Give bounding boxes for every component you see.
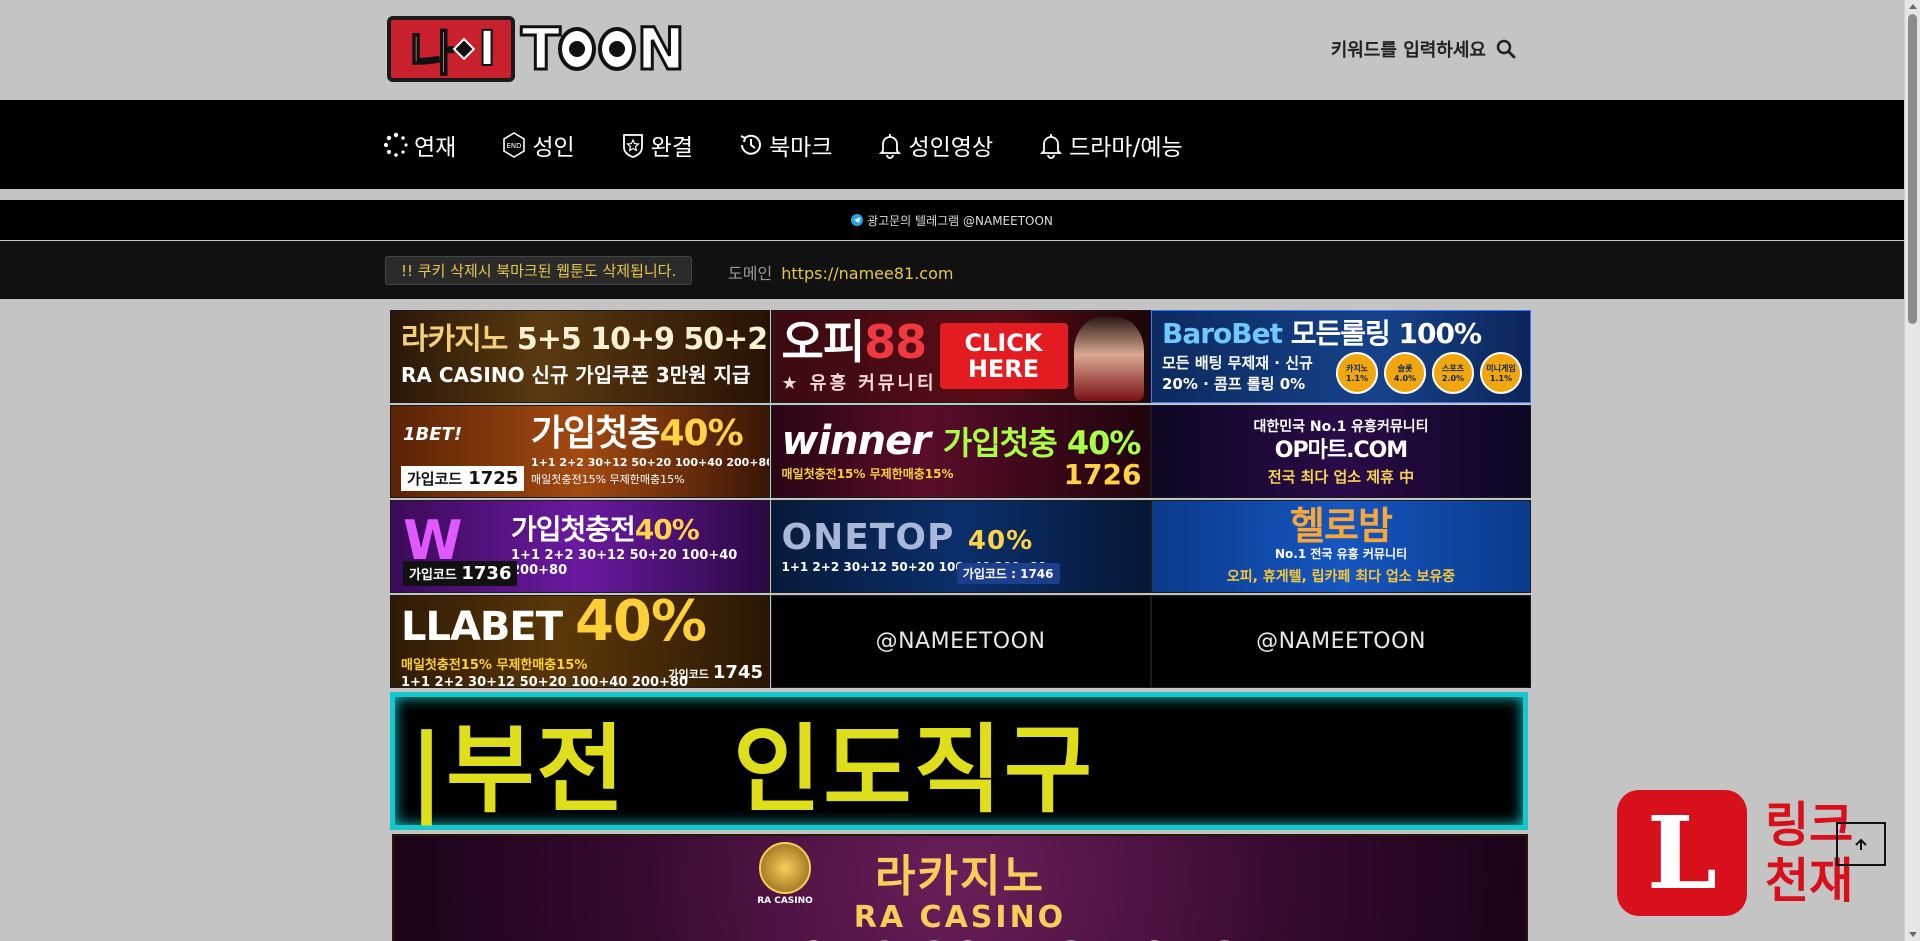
rolling-chips: 카지노 1.1% 슬롯 4.0% 스포츠 2.0% 미니게임 1.1% (1336, 352, 1522, 394)
ad-banner-grid: 라카지노 5+5 10+9 50+21 RA CASINO 신규 가입쿠폰 3만… (390, 310, 1531, 690)
ad-slot-nameetoon[interactable]: @NAMEETOON (770, 595, 1151, 688)
telegram-text[interactable]: 광고문의 텔레그램 @NAMEETOON (867, 212, 1053, 229)
nav-label: 드라마/예능 (1069, 134, 1183, 161)
ad-banner-barobet[interactable]: BaroBet 모든롤링 100% 모든 배팅 무제재 · 신규 20% · 콤… (1151, 310, 1531, 403)
banner-title: 헬로밤 (1290, 504, 1393, 548)
ad-banner-onetop[interactable]: ONETOP 40% 1+1 2+2 30+12 50+20 100+40 20… (770, 500, 1151, 593)
ad-banner-w[interactable]: W 가입첫충전40% 1+1 2+2 30+12 50+20 100+40 20… (390, 500, 770, 593)
casino-title: 라카지노 (875, 851, 1045, 902)
ad-slot-handle: @NAMEETOON (875, 629, 1046, 654)
signup-code: 가입코드 1736 (403, 561, 518, 586)
logo-toon-text: T N (520, 14, 687, 85)
logo-i-text: I (477, 20, 497, 78)
logo-toon-t: T (520, 14, 562, 85)
ad-banner-llabet[interactable]: LLABET 40% 매일첫충전15% 무제한매충15% 1+1 2+2 30+… (390, 595, 770, 688)
rolling-chip: 미니게임 1.1% (1480, 352, 1522, 394)
ad-banner-racasino-wide[interactable]: RA CASINO 라카지노 RA CASINO 5+5 10+9 20+12 … (392, 834, 1528, 941)
telegram-strip[interactable]: 광고문의 텔레그램 @NAMEETOON (0, 200, 1904, 240)
nav-item-completed[interactable]: 완결 (619, 128, 693, 162)
nav-item-serial[interactable]: 연재 (382, 128, 456, 162)
nav-label: 연재 (414, 134, 457, 161)
nav-item-drama[interactable]: 드라마/예능 (1037, 128, 1183, 162)
domain-label: 도메인 (728, 264, 773, 283)
logo-na-block: 나 I (387, 16, 515, 83)
click-here-button[interactable]: CLICK HERE (939, 323, 1068, 389)
search-icon[interactable] (1496, 39, 1516, 59)
ad-banner-opi88[interactable]: 오피88 ★ 유흥 커뮤니티 ★ CLICK HERE (770, 310, 1151, 403)
big-text-banner[interactable]: |부전 인도직구 (390, 692, 1528, 830)
logo-toon-n: N (635, 14, 686, 85)
page-scrollbar[interactable] (1904, 0, 1920, 941)
nav-label: 성인영상 (908, 134, 994, 161)
signup-code: 가입코드 : 1746 (956, 563, 1060, 584)
scroll-up-arrow-icon[interactable] (1909, 4, 1917, 9)
banner-title: 라카지노 5+5 10+9 50+21 (401, 322, 770, 357)
casino-subtitle: RA CASINO (853, 900, 1067, 935)
scroll-down-arrow-icon[interactable] (1909, 932, 1917, 937)
search-placeholder[interactable]: 키워드를 입력하세요 (1331, 36, 1486, 62)
banner-title: BaroBet 모든롤링 100% (1162, 316, 1482, 350)
signup-code: 가입코드 1745 (668, 662, 763, 683)
big-banner-text: |부전 인도직구 (409, 713, 1095, 826)
casino-emblem-icon: RA CASINO (750, 842, 820, 914)
loading-dots-icon (383, 132, 408, 157)
logo-na-text: 나 (409, 25, 455, 83)
casino-bonus: 5+5 10+9 20+12 50+21 (394, 933, 1526, 941)
ad-banner-hellobam[interactable]: 헬로밤 No.1 전국 유흥 커뮤니티 오피, 휴게텔, 립카페 최다 업소 보… (1151, 500, 1531, 593)
cookie-notice-button[interactable]: !! 쿠키 삭제시 북마크된 웹툰도 삭제됩니다. (385, 256, 693, 285)
end-badge-icon: END (503, 131, 526, 158)
notice-strip: !! 쿠키 삭제시 북마크된 웹툰도 삭제됩니다. 도메인 https://na… (0, 241, 1904, 299)
banner-small: 오피, 휴게텔, 립카페 최다 업소 보유중 (1226, 569, 1456, 585)
nav-label: 완결 (650, 134, 693, 161)
signup-code: 1726 (1063, 458, 1142, 491)
shield-star-icon (622, 133, 643, 158)
ad-slot-handle: @NAMEETOON (1256, 629, 1426, 654)
bell-icon (1039, 133, 1063, 159)
domain-info: 도메인 https://namee81.com (728, 260, 953, 284)
site-header: 나 I T N 키워드를 입력하세요 (0, 0, 1920, 100)
svg-text:END: END (507, 142, 522, 150)
banner-title: LLABET 40% (401, 595, 707, 654)
ad-banner-winner[interactable]: winner 가입첫충 40% 매일첫충전15% 무제한매충15% 1726 (770, 405, 1151, 498)
banner-title: winner 가입첫충 40% (781, 418, 1142, 464)
nav-item-adult[interactable]: END 성인 (500, 128, 575, 162)
rolling-chip: 스포츠 2.0% (1432, 352, 1474, 394)
scrollbar-thumb[interactable] (1908, 14, 1917, 324)
history-clock-icon (740, 134, 761, 155)
main-nav: 연재 END 성인 완결 북마크 성인영상 드라마/예능 (0, 100, 1904, 189)
ad-banner-1bet[interactable]: 1BET! 가입첫충40% 1+1 2+2 30+12 50+20 100+40… (390, 405, 770, 498)
arrow-up-icon (1855, 838, 1867, 850)
nav-item-bookmark[interactable]: 북마크 (737, 128, 832, 162)
banner-sub: No.1 전국 유흥 커뮤니티 (1274, 547, 1408, 561)
nav-items: 연재 END 성인 완결 북마크 성인영상 드라마/예능 (382, 100, 1227, 189)
link-genius-logo: L (1617, 790, 1747, 916)
banner-sub: 모든 배팅 무제재 · 신규 20% · 콤프 롤링 0% (1162, 353, 1313, 393)
ad-banner-opmart[interactable]: 대한민국 No.1 유흥커뮤니티 OP마트.COM 전국 최다 업소 제휴 中 (1151, 405, 1531, 498)
banner-title: ONETOP 40% (781, 516, 1034, 558)
site-logo[interactable]: 나 I T N (387, 14, 690, 85)
banner-sub: RA CASINO 신규 가입쿠폰 3만원 지급 (401, 363, 751, 387)
rolling-chip: 슬롯 4.0% (1384, 352, 1426, 394)
scroll-top-button[interactable] (1836, 822, 1886, 866)
nav-label: 북마크 (768, 134, 833, 161)
banner-model-image (1073, 317, 1144, 401)
banner-small: 전국 최다 업소 제휴 中 (1267, 468, 1415, 486)
logo-eye-icon (597, 27, 636, 71)
ad-slot-nameetoon[interactable]: @NAMEETOON (1151, 595, 1531, 688)
domain-link[interactable]: https://namee81.com (781, 264, 953, 283)
logo-eye-icon (557, 27, 596, 71)
banner-brand: 1BET! (403, 424, 463, 445)
nav-item-adult-video[interactable]: 성인영상 (876, 128, 993, 162)
rolling-chip: 카지노 1.1% (1336, 352, 1378, 394)
telegram-icon (851, 214, 864, 226)
banner-title: OP마트.COM (1274, 438, 1408, 463)
nav-label: 성인 (532, 134, 575, 161)
ad-banner-racasino[interactable]: 라카지노 5+5 10+9 50+21 RA CASINO 신규 가입쿠폰 3만… (390, 310, 770, 403)
search-box[interactable]: 키워드를 입력하세요 (1331, 36, 1516, 62)
bell-icon (879, 133, 902, 159)
logo-diamond-icon (452, 37, 476, 61)
banner-sub: 대한민국 No.1 유흥커뮤니티 (1253, 419, 1429, 435)
signup-code: 가입코드 1725 (401, 466, 525, 491)
